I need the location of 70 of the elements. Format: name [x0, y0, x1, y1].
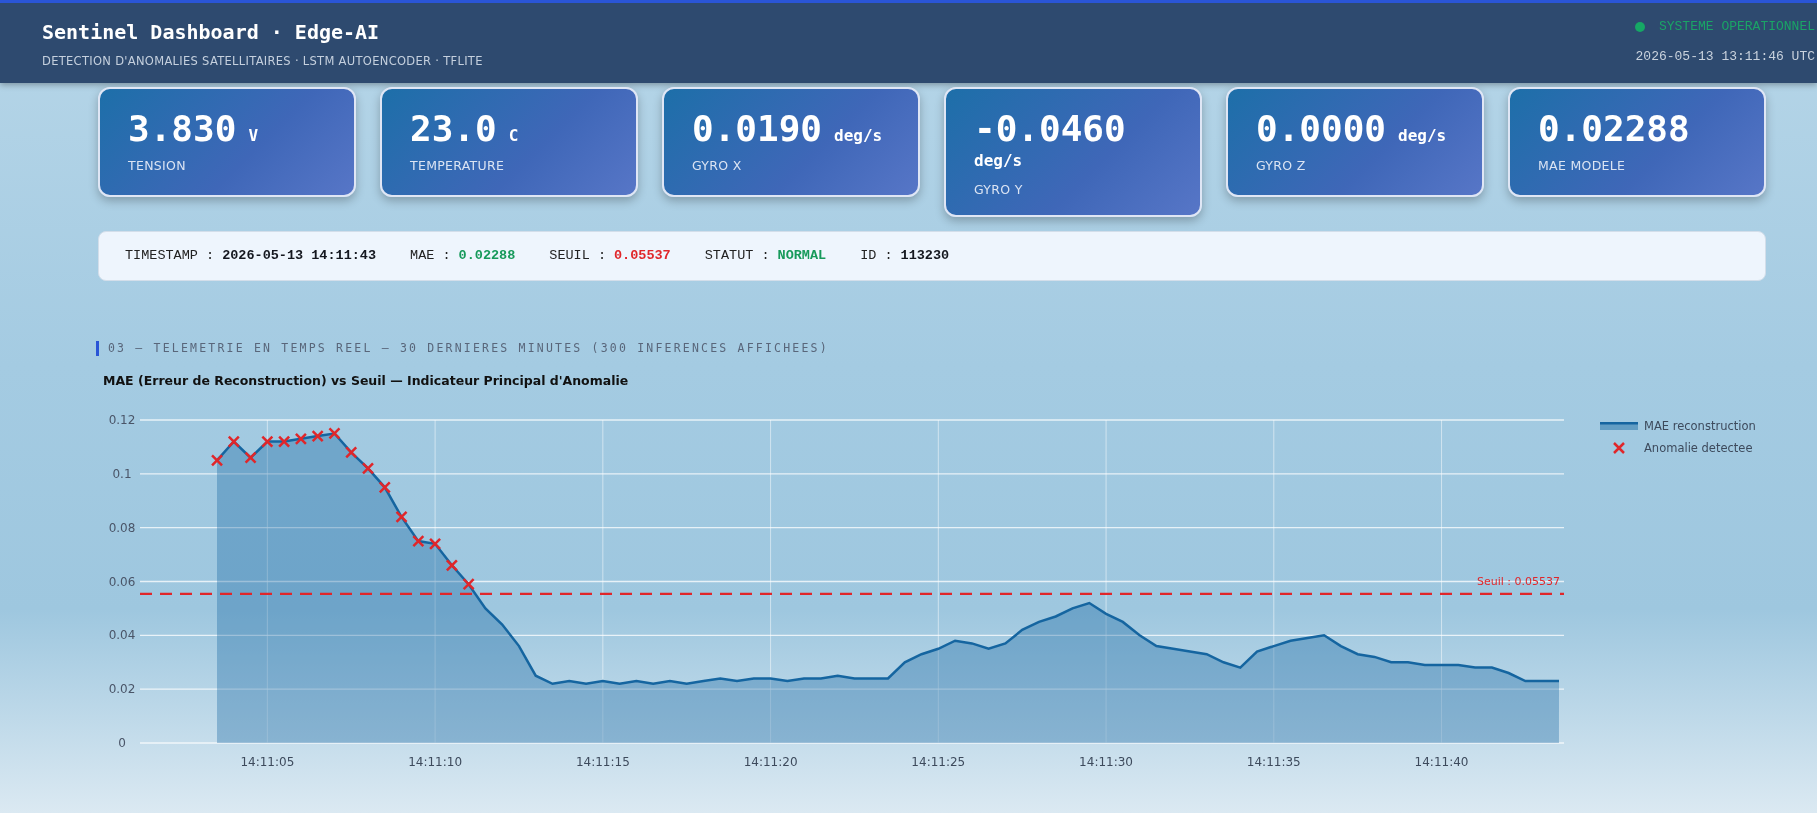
metric-value: 0.0000 [1256, 109, 1387, 149]
x-tick-label: 14:11:25 [911, 755, 966, 770]
legend-marker-icon [1612, 441, 1626, 455]
anomaly-marker [345, 446, 358, 459]
anomaly-marker [378, 481, 391, 494]
metric-label: MAE MODELE [1538, 156, 1627, 175]
info-value: 113230 [900, 247, 950, 266]
metric-unit: V [248, 125, 258, 147]
metric-unit: deg/s [834, 125, 883, 147]
x-tick-label: 14:11:10 [408, 755, 463, 770]
y-tick-label: 0.04 [108, 628, 136, 643]
anomaly-marker [445, 559, 459, 572]
info-label: ID : [860, 247, 893, 266]
x-tick-label: 14:11:20 [743, 755, 798, 770]
info-label: MAE : [410, 247, 451, 266]
anomaly-marker [277, 435, 291, 448]
metric-value: 0.0190 [692, 109, 823, 149]
anomaly-marker [361, 462, 375, 475]
legend-label: Anomalie detectee [1644, 441, 1753, 456]
metric-unit: deg/s [1398, 125, 1447, 147]
info-label: SEUIL : [549, 247, 606, 266]
metric-value: -0.0460 [974, 109, 1126, 149]
section-title: 03 — TELEMETRIE EN TEMPS REEL — 30 DERNIERES MINUTES (300 INFERENCES AFFICHEES) [96, 341, 1817, 357]
anomaly-marker [395, 510, 408, 524]
legend-line-swatch [1600, 422, 1638, 431]
info-value: 0.02288 [458, 247, 516, 266]
metric-value: 0.02288 [1538, 109, 1690, 149]
metric-label: GYRO X [692, 156, 743, 175]
status-text: SYSTEME OPERATIONNEL [1658, 19, 1815, 34]
metric-value: 3.830 [128, 109, 237, 149]
anomaly-marker [328, 427, 341, 440]
info-value: 2026-05-13 14:11:43 [222, 247, 377, 266]
info-value: 0.05537 [614, 247, 671, 266]
legend-label: MAE reconstruction [1644, 419, 1756, 434]
status-dot-icon [1634, 21, 1645, 32]
y-tick-label: 0 [118, 736, 126, 751]
anomaly-marker [227, 435, 241, 448]
anomaly-marker [294, 432, 308, 446]
app-title: Sentinel Dashboard · Edge-AI [42, 19, 381, 46]
x-tick-label: 14:11:05 [240, 755, 295, 770]
y-tick-label: 0.08 [108, 520, 136, 535]
y-tick-label: 0.1 [112, 466, 132, 481]
anomaly-marker [210, 454, 224, 467]
metric-label: TENSION [128, 156, 187, 175]
anomaly-marker [412, 534, 425, 548]
metric-label: GYRO Z [1256, 156, 1307, 175]
anomaly-marker [244, 451, 257, 465]
x-tick-label: 14:11:30 [1079, 755, 1133, 770]
threshold-label: Seuil : 0.05537 [1476, 575, 1560, 589]
app-subtitle: DETECTION D'ANOMALIES SATELLITAIRES · LSTM AUTOENCODER · TFLITE [42, 53, 483, 70]
anomaly-marker [261, 435, 274, 448]
info-value: NORMAL [777, 247, 827, 266]
x-tick-label: 14:11:40 [1414, 755, 1469, 770]
x-tick-label: 14:11:35 [1246, 755, 1301, 770]
anomaly-marker [428, 537, 442, 551]
metric-unit: C [508, 125, 519, 147]
y-tick-label: 0.12 [108, 413, 136, 428]
y-tick-label: 0.02 [108, 682, 136, 697]
anomaly-marker [311, 430, 324, 443]
header-datetime: 2026-05-13 13:11:46 UTC [1634, 47, 1815, 66]
info-label: TIMESTAMP : [125, 247, 215, 266]
metric-label: GYRO Y [974, 180, 1024, 199]
x-tick-label: 14:11:15 [575, 755, 630, 770]
metric-label: TEMPERATURE [410, 156, 506, 175]
metric-value: 23.0 [410, 109, 497, 149]
y-tick-label: 0.06 [108, 574, 136, 589]
metric-unit: deg/s [974, 149, 1023, 172]
anomaly-marker [462, 578, 475, 591]
chart-title: MAE (Erreur de Reconstruction) vs Seuil — Indicateur Principal d'Anomalie [103, 372, 630, 391]
info-label: STATUT : [704, 247, 770, 266]
